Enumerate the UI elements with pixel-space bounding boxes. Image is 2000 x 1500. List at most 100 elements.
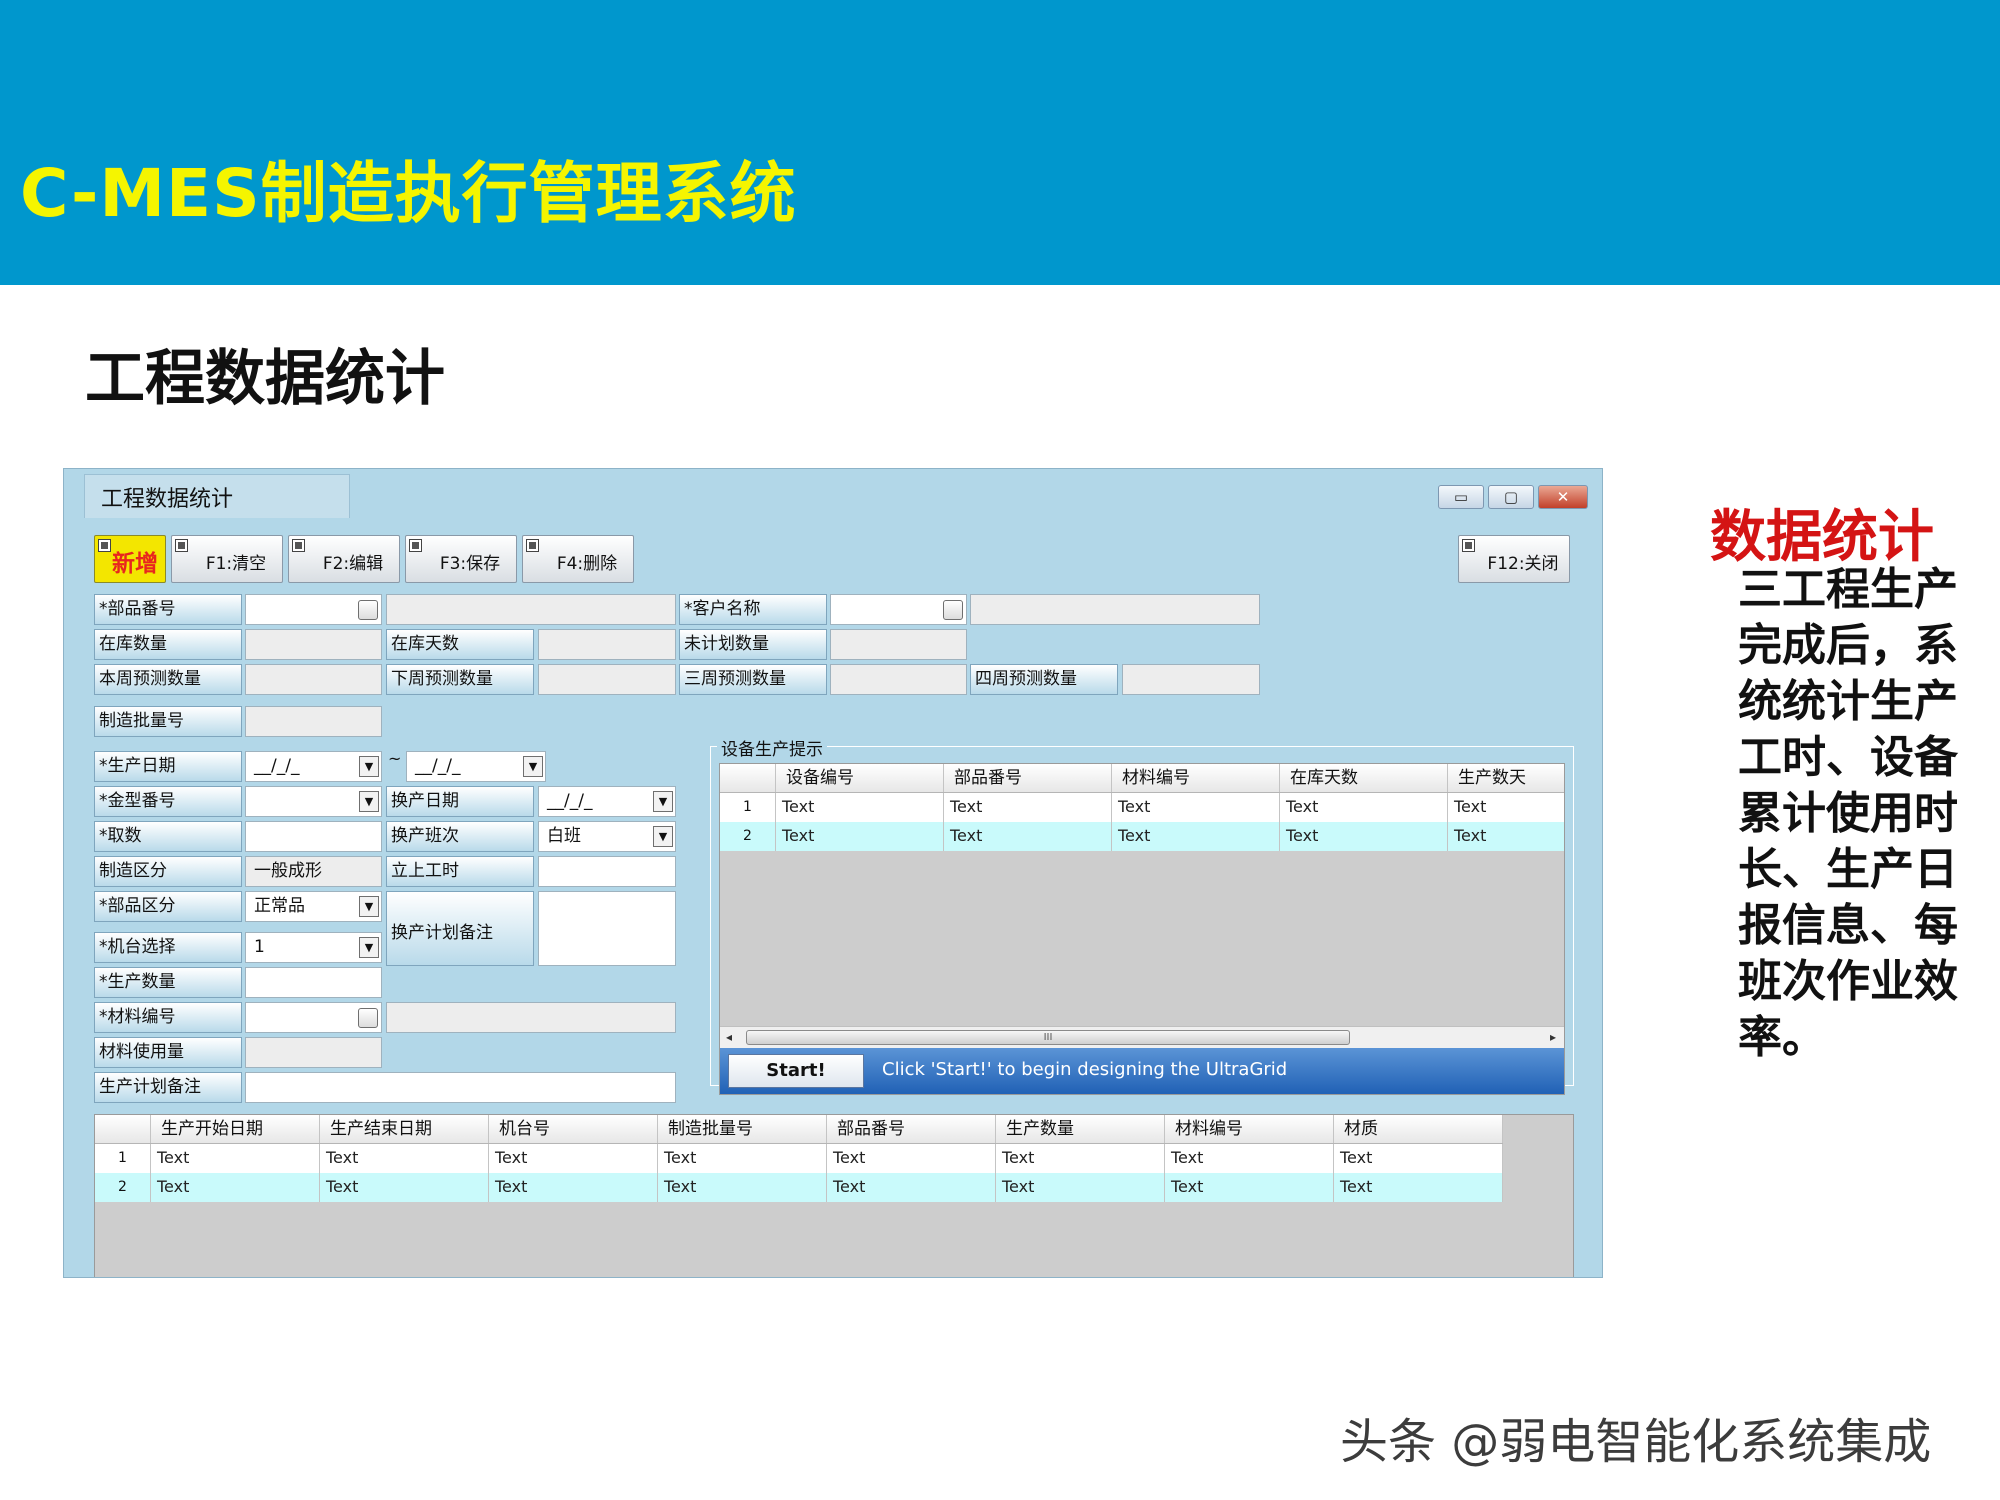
change-date-input[interactable]: __/_/_ ▼: [538, 786, 676, 817]
part-no-input[interactable]: [245, 594, 382, 625]
grid-cell[interactable]: Text: [944, 793, 1112, 822]
side-panel-title: 数据统计: [1710, 505, 1934, 570]
grid-cell[interactable]: Text: [944, 822, 1112, 851]
machine-select-label: *机台选择: [94, 932, 242, 963]
close-window-button[interactable]: ✕: [1538, 485, 1588, 509]
grid-cell[interactable]: Text: [1165, 1144, 1334, 1173]
dropdown-arrow-icon[interactable]: ▼: [523, 756, 543, 777]
mold-no-select[interactable]: ▼: [245, 786, 382, 817]
grid-cell[interactable]: Text: [320, 1173, 489, 1202]
column-header[interactable]: 材料编号: [1165, 1115, 1334, 1143]
clear-button[interactable]: F1:清空: [171, 535, 283, 583]
part-no-label: *部品番号: [94, 594, 242, 625]
table-row[interactable]: 2 Text Text Text Text Text Text Text Tex…: [95, 1173, 1503, 1202]
watermark: 头条 @弱电智能化系统集成: [1340, 1414, 1932, 1470]
column-header[interactable]: 生产开始日期: [151, 1115, 320, 1143]
grid-cell[interactable]: Text: [1112, 822, 1280, 851]
app-window: 工程数据统计 ▭ ▢ ✕ 新增 F1:清空 F2:编辑 F3:保存 F4:删除: [63, 468, 1603, 1278]
column-header[interactable]: 生产数天: [1448, 764, 1564, 792]
grid-cell[interactable]: Text: [151, 1144, 320, 1173]
grid-cell[interactable]: Text: [1165, 1173, 1334, 1202]
mfg-category-label: 制造区分: [94, 856, 242, 887]
grid-cell[interactable]: Text: [1280, 793, 1448, 822]
edit-button[interactable]: F2:编辑: [288, 535, 400, 583]
minimize-button[interactable]: ▭: [1438, 485, 1484, 509]
dropdown-arrow-icon[interactable]: ▼: [359, 937, 379, 958]
column-header[interactable]: 材料编号: [1112, 764, 1280, 792]
dropdown-arrow-icon[interactable]: ▼: [359, 791, 379, 812]
grid-cell[interactable]: Text: [827, 1173, 996, 1202]
change-shift-select[interactable]: 白班 ▼: [538, 821, 676, 852]
plan-note-input[interactable]: [245, 1072, 676, 1103]
grid-cell[interactable]: Text: [320, 1144, 489, 1173]
save-button-label: F3:保存: [439, 554, 501, 574]
dropdown-arrow-icon[interactable]: ▼: [359, 896, 379, 917]
cavity-label: *取数: [94, 821, 242, 852]
grid-cell[interactable]: Text: [776, 822, 944, 851]
change-plan-note-input[interactable]: [538, 891, 676, 966]
lookup-checkbox[interactable]: [358, 1008, 378, 1028]
part-category-select[interactable]: 正常品 ▼: [245, 891, 382, 922]
delete-button[interactable]: F4:删除: [522, 535, 634, 583]
grid-cell[interactable]: Text: [658, 1173, 827, 1202]
table-row[interactable]: 2 Text Text Text Text Text: [720, 822, 1564, 851]
grid-cell[interactable]: Text: [489, 1144, 658, 1173]
column-header[interactable]: 生产数量: [996, 1115, 1165, 1143]
grid-cell[interactable]: Text: [489, 1173, 658, 1202]
part-category-label: *部品区分: [94, 891, 242, 922]
horizontal-scrollbar[interactable]: ◂ III ▸: [720, 1026, 1564, 1048]
four-week-forecast-label: 四周预测数量: [970, 664, 1118, 695]
toolbar-icon: [409, 539, 422, 552]
scrollbar-thumb[interactable]: III: [746, 1030, 1350, 1045]
column-header[interactable]: 在库天数: [1280, 764, 1448, 792]
table-row[interactable]: 1 Text Text Text Text Text: [720, 793, 1564, 822]
table-row[interactable]: 1 Text Text Text Text Text Text Text Tex…: [95, 1144, 1503, 1173]
setup-hours-label: 立上工时: [386, 856, 534, 887]
start-button[interactable]: Start!: [728, 1054, 864, 1088]
grid-cell[interactable]: Text: [1112, 793, 1280, 822]
prod-qty-input[interactable]: [245, 967, 382, 998]
column-header[interactable]: 材质: [1334, 1115, 1503, 1143]
scroll-right-icon[interactable]: ▸: [1550, 1030, 1556, 1044]
lookup-checkbox[interactable]: [358, 600, 378, 620]
row-number: 1: [95, 1144, 151, 1173]
equipment-grid: 设备编号 部品番号 材料编号 在库天数 生产数天 1 Text Text Tex…: [719, 763, 1565, 1095]
grid-cell[interactable]: Text: [996, 1144, 1165, 1173]
production-grid: 生产开始日期 生产结束日期 机台号 制造批量号 部品番号 生产数量 材料编号 材…: [94, 1114, 1574, 1277]
grid-cell[interactable]: Text: [1280, 822, 1448, 851]
material-no-input[interactable]: [245, 1002, 382, 1033]
close-form-button-label: F12:关闭: [1487, 554, 1559, 574]
grid-cell[interactable]: Text: [776, 793, 944, 822]
lookup-checkbox[interactable]: [943, 600, 963, 620]
new-button[interactable]: 新增: [94, 535, 166, 583]
dropdown-arrow-icon[interactable]: ▼: [653, 826, 673, 847]
cavity-input[interactable]: [245, 821, 382, 852]
grid-cell[interactable]: Text: [1334, 1144, 1503, 1173]
grid-cell[interactable]: Text: [151, 1173, 320, 1202]
maximize-button[interactable]: ▢: [1488, 485, 1534, 509]
grid-cell[interactable]: Text: [1448, 793, 1564, 822]
scroll-left-icon[interactable]: ◂: [726, 1030, 732, 1044]
setup-hours-input[interactable]: [538, 856, 676, 887]
column-header[interactable]: 设备编号: [776, 764, 944, 792]
save-button[interactable]: F3:保存: [405, 535, 517, 583]
prod-date-start-input[interactable]: __/_/_ ▼: [245, 751, 382, 782]
customer-name-input[interactable]: [830, 594, 967, 625]
dropdown-arrow-icon[interactable]: ▼: [359, 756, 379, 777]
column-header[interactable]: 部品番号: [827, 1115, 996, 1143]
grid-cell[interactable]: Text: [1448, 822, 1564, 851]
dropdown-arrow-icon[interactable]: ▼: [653, 791, 673, 812]
grid-cell[interactable]: Text: [827, 1144, 996, 1173]
close-form-button[interactable]: F12:关闭: [1458, 535, 1570, 583]
grid-cell[interactable]: Text: [658, 1144, 827, 1173]
grid-cell[interactable]: Text: [1334, 1173, 1503, 1202]
column-header[interactable]: 部品番号: [944, 764, 1112, 792]
column-header[interactable]: 生产结束日期: [320, 1115, 489, 1143]
prod-date-end-input[interactable]: __/_/_ ▼: [406, 751, 546, 782]
machine-select[interactable]: 1 ▼: [245, 932, 382, 963]
column-header[interactable]: 制造批量号: [658, 1115, 827, 1143]
grid-cell[interactable]: Text: [996, 1173, 1165, 1202]
delete-button-label: F4:删除: [556, 554, 618, 574]
column-header[interactable]: 机台号: [489, 1115, 658, 1143]
prod-date-label: *生产日期: [94, 751, 242, 782]
